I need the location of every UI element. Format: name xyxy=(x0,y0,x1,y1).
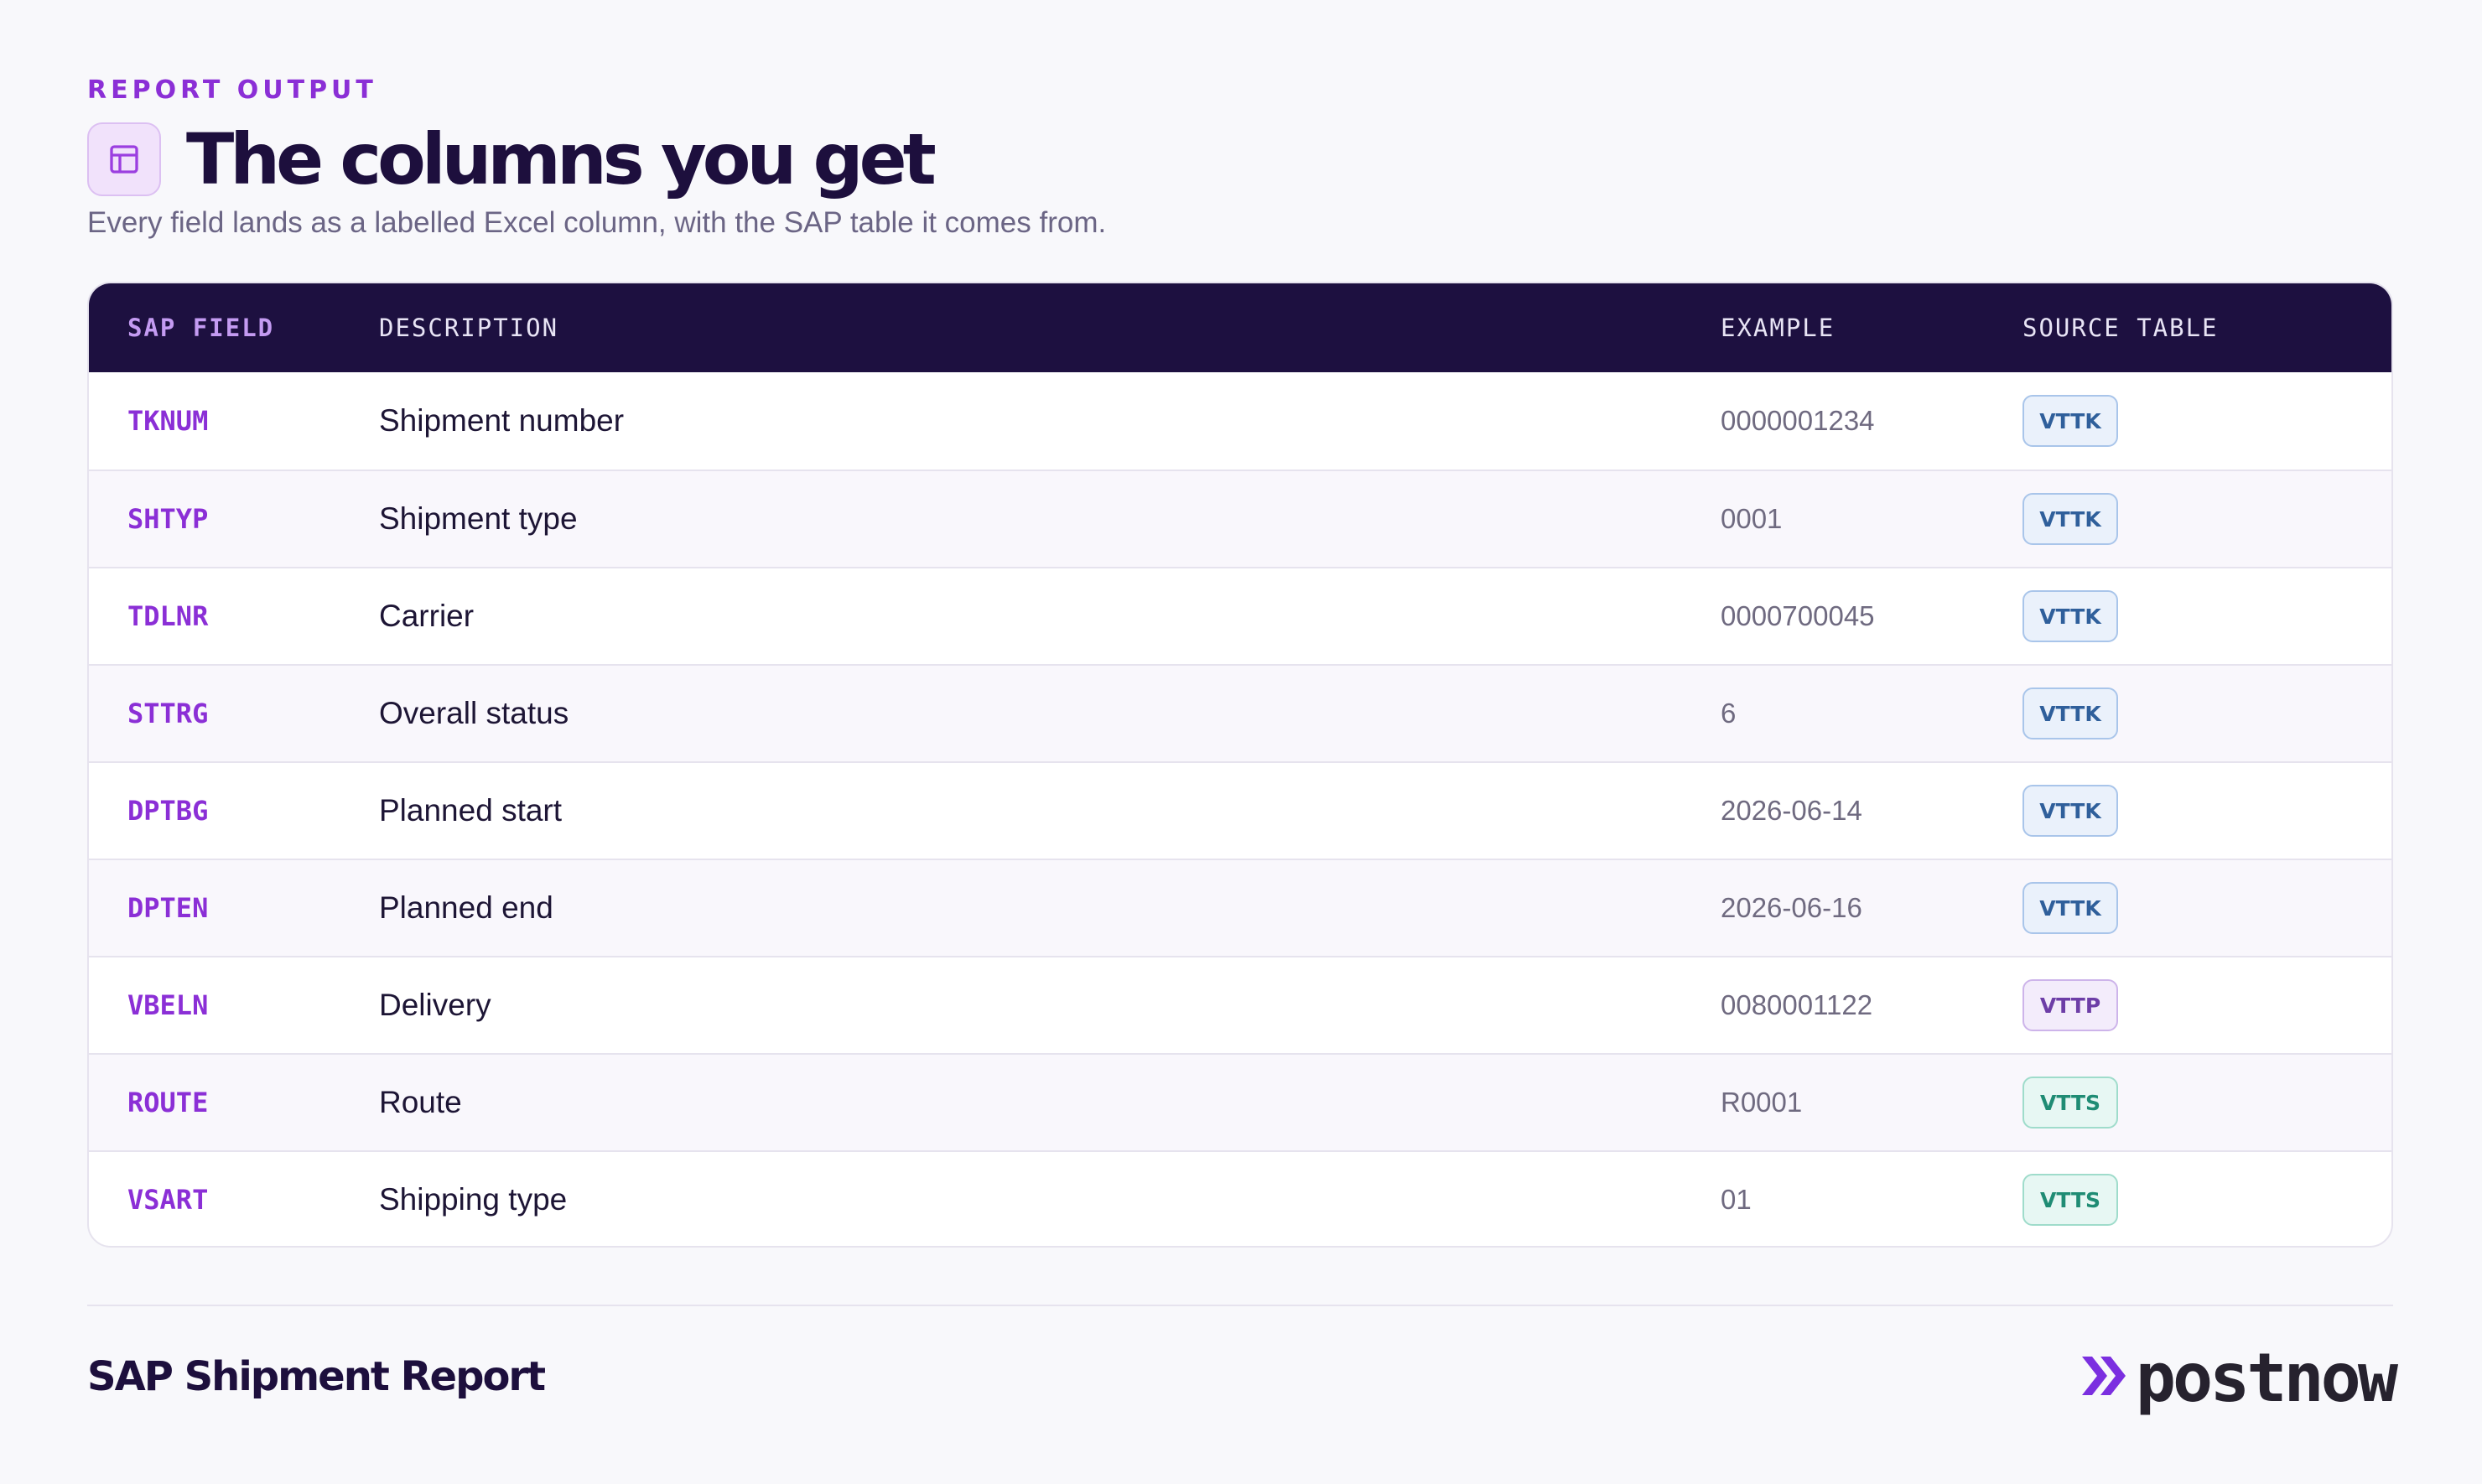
table-row: TDLNR Carrier 0000700045 VTTK xyxy=(89,567,2391,664)
page-title: The columns you get xyxy=(186,118,937,200)
description-cell: Route xyxy=(379,1085,462,1119)
table-row: DPTEN Planned end 2026-06-16 VTTK xyxy=(89,859,2391,956)
footer-report-title: SAP Shipment Report xyxy=(87,1353,546,1400)
footer-divider xyxy=(87,1305,2393,1306)
sap-field-cell: DPTEN xyxy=(127,892,209,924)
source-table-badge: VTTS xyxy=(2022,1174,2118,1226)
table-row: DPTBG Planned start 2026-06-14 VTTK xyxy=(89,761,2391,859)
eyebrow-label: REPORT OUTPUT xyxy=(87,75,377,105)
page-subtitle: Every field lands as a labelled Excel co… xyxy=(87,206,1107,239)
table-header: SAP FIELD DESCRIPTION EXAMPLE SOURCE TAB… xyxy=(89,283,2391,372)
source-table-badge: VTTK xyxy=(2022,688,2118,739)
example-cell: 0001 xyxy=(1721,503,1783,534)
title-row: The columns you get xyxy=(87,117,937,201)
example-cell: R0001 xyxy=(1721,1087,1803,1118)
sap-field-cell: TDLNR xyxy=(127,600,209,632)
description-cell: Shipment type xyxy=(379,501,578,536)
table-body: TKNUM Shipment number 0000001234 VTTK SH… xyxy=(89,372,2391,1246)
column-header-source-table: SOURCE TABLE xyxy=(2022,314,2219,342)
example-cell: 01 xyxy=(1721,1184,1752,1215)
source-table-badge: VTTP xyxy=(2022,979,2118,1031)
sap-field-cell: TKNUM xyxy=(127,405,209,437)
description-cell: Overall status xyxy=(379,696,569,730)
description-cell: Shipment number xyxy=(379,403,625,438)
postnow-logo: postnow xyxy=(2079,1338,2398,1417)
table-row: STTRG Overall status 6 VTTK xyxy=(89,664,2391,761)
source-table-badge: VTTK xyxy=(2022,882,2118,934)
table-row: VBELN Delivery 0080001122 VTTP xyxy=(89,956,2391,1053)
table-row: ROUTE Route R0001 VTTS xyxy=(89,1053,2391,1150)
example-cell: 2026-06-16 xyxy=(1721,892,1862,923)
sap-field-cell: SHTYP xyxy=(127,503,209,535)
description-cell: Delivery xyxy=(379,988,491,1022)
example-cell: 0000700045 xyxy=(1721,600,1875,631)
example-cell: 6 xyxy=(1721,698,1737,729)
table-row: SHTYP Shipment type 0001 VTTK xyxy=(89,470,2391,567)
column-header-description: DESCRIPTION xyxy=(379,314,559,342)
source-table-badge: VTTK xyxy=(2022,395,2118,447)
column-header-example: EXAMPLE xyxy=(1721,314,1836,342)
example-cell: 0000001234 xyxy=(1721,405,1875,436)
table-row: TKNUM Shipment number 0000001234 VTTK xyxy=(89,372,2391,470)
fields-table: SAP FIELD DESCRIPTION EXAMPLE SOURCE TAB… xyxy=(87,282,2393,1248)
description-cell: Carrier xyxy=(379,599,475,633)
description-cell: Planned start xyxy=(379,793,563,828)
source-table-badge: VTTK xyxy=(2022,590,2118,642)
table-layout-icon xyxy=(87,122,161,196)
sap-field-cell: VBELN xyxy=(127,989,209,1021)
example-cell: 2026-06-14 xyxy=(1721,795,1862,826)
example-cell: 0080001122 xyxy=(1721,989,1873,1020)
sap-field-cell: ROUTE xyxy=(127,1087,209,1118)
double-chevron-right-icon xyxy=(2079,1350,2131,1406)
source-table-badge: VTTS xyxy=(2022,1077,2118,1129)
logo-wordmark: postnow xyxy=(2135,1338,2398,1417)
column-header-sap-field: SAP FIELD xyxy=(127,314,275,342)
description-cell: Planned end xyxy=(379,890,553,925)
sap-field-cell: VSART xyxy=(127,1184,209,1216)
source-table-badge: VTTK xyxy=(2022,785,2118,837)
sap-field-cell: DPTBG xyxy=(127,795,209,827)
description-cell: Shipping type xyxy=(379,1182,568,1217)
page: REPORT OUTPUT The columns you get Every … xyxy=(0,0,2482,1484)
source-table-badge: VTTK xyxy=(2022,493,2118,545)
sap-field-cell: STTRG xyxy=(127,698,209,729)
table-row: VSART Shipping type 01 VTTS xyxy=(89,1150,2391,1246)
